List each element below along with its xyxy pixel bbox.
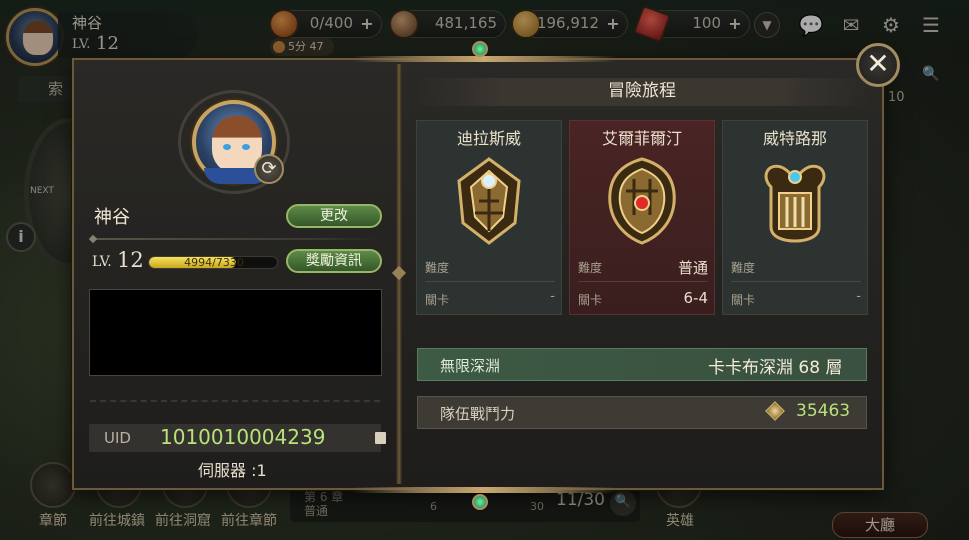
xp-progress-bar: 4994/7330 bbox=[148, 256, 278, 269]
infinite-abyss-value: 卡卡布深淵 68 層 bbox=[708, 358, 843, 378]
reward-info-button[interactable]: 獎勵資訊 bbox=[286, 249, 382, 273]
difficulty-label: 難度 bbox=[425, 261, 450, 275]
stage-label: 關卡 bbox=[731, 293, 756, 307]
route-name: 威特路那 bbox=[762, 129, 827, 148]
journey-title: 冒險旅程 bbox=[412, 78, 872, 106]
xp-progress-text: 4994/7330 bbox=[184, 256, 244, 269]
profile-name: 神谷 bbox=[94, 207, 130, 228]
refresh-icon: ⟳ bbox=[261, 158, 277, 179]
uid-value: 1010010004239 bbox=[160, 425, 326, 449]
server-text: 伺服器 :1 bbox=[198, 461, 267, 480]
route-name: 艾爾菲爾汀 bbox=[601, 129, 682, 148]
name-divider bbox=[92, 238, 378, 240]
modal-top-ornament bbox=[352, 56, 616, 62]
route-name: 迪拉斯威 bbox=[456, 129, 521, 148]
route-card-wittlona[interactable]: 威特路那 難度 關卡 - bbox=[722, 120, 868, 315]
route-divider bbox=[425, 281, 555, 282]
difficulty-label: 難度 bbox=[578, 261, 603, 275]
team-power-value: 35463 bbox=[796, 401, 851, 421]
route-card-dilaswei[interactable]: 迪拉斯威 難度 關卡 - bbox=[416, 120, 562, 315]
difficulty-row: 難度 bbox=[731, 259, 861, 279]
uid-label: UID bbox=[104, 429, 131, 447]
difficulty-row: 難度 bbox=[425, 259, 555, 279]
portrait-eye bbox=[242, 144, 250, 150]
team-power-label: 隊伍戰鬥力 bbox=[440, 405, 516, 423]
shield-emblem-icon bbox=[608, 157, 676, 245]
profile-level-label: LV. bbox=[92, 254, 112, 270]
difficulty-row: 難度 普通 bbox=[578, 259, 708, 279]
stage-value: 6-4 bbox=[683, 289, 709, 307]
route-divider bbox=[731, 281, 861, 282]
stage-label: 關卡 bbox=[578, 293, 603, 307]
route-divider bbox=[578, 281, 708, 282]
route-card-elfeldin[interactable]: 艾爾菲爾汀 難度 普通 關卡 6-4 bbox=[569, 120, 715, 315]
change-portrait-button[interactable]: ⟳ bbox=[254, 154, 284, 184]
stage-value: - bbox=[856, 289, 861, 304]
stage-row: 關卡 6-4 bbox=[578, 289, 709, 311]
portrait-eye bbox=[223, 144, 231, 150]
stage-value: - bbox=[550, 289, 555, 304]
sun-emblem-icon bbox=[457, 157, 521, 245]
uid-divider bbox=[90, 400, 380, 402]
stage-row: 關卡 - bbox=[425, 289, 555, 311]
infinite-abyss-label: 無限深淵 bbox=[440, 357, 501, 375]
gem-icon bbox=[472, 494, 488, 510]
rename-button[interactable]: 更改 bbox=[286, 204, 382, 228]
gem-icon bbox=[472, 41, 488, 57]
profile-message-box bbox=[89, 289, 382, 376]
profile-level-number: 12 bbox=[117, 248, 144, 272]
stage-label: 關卡 bbox=[425, 293, 450, 307]
close-icon: ✕ bbox=[866, 47, 890, 80]
copy-icon[interactable] bbox=[375, 432, 386, 444]
lyre-emblem-icon bbox=[764, 164, 826, 243]
difficulty-value: 普通 bbox=[677, 259, 708, 277]
stage-row: 關卡 - bbox=[731, 289, 861, 311]
modal-bottom-ornament bbox=[352, 487, 616, 493]
difficulty-label: 難度 bbox=[731, 261, 756, 275]
